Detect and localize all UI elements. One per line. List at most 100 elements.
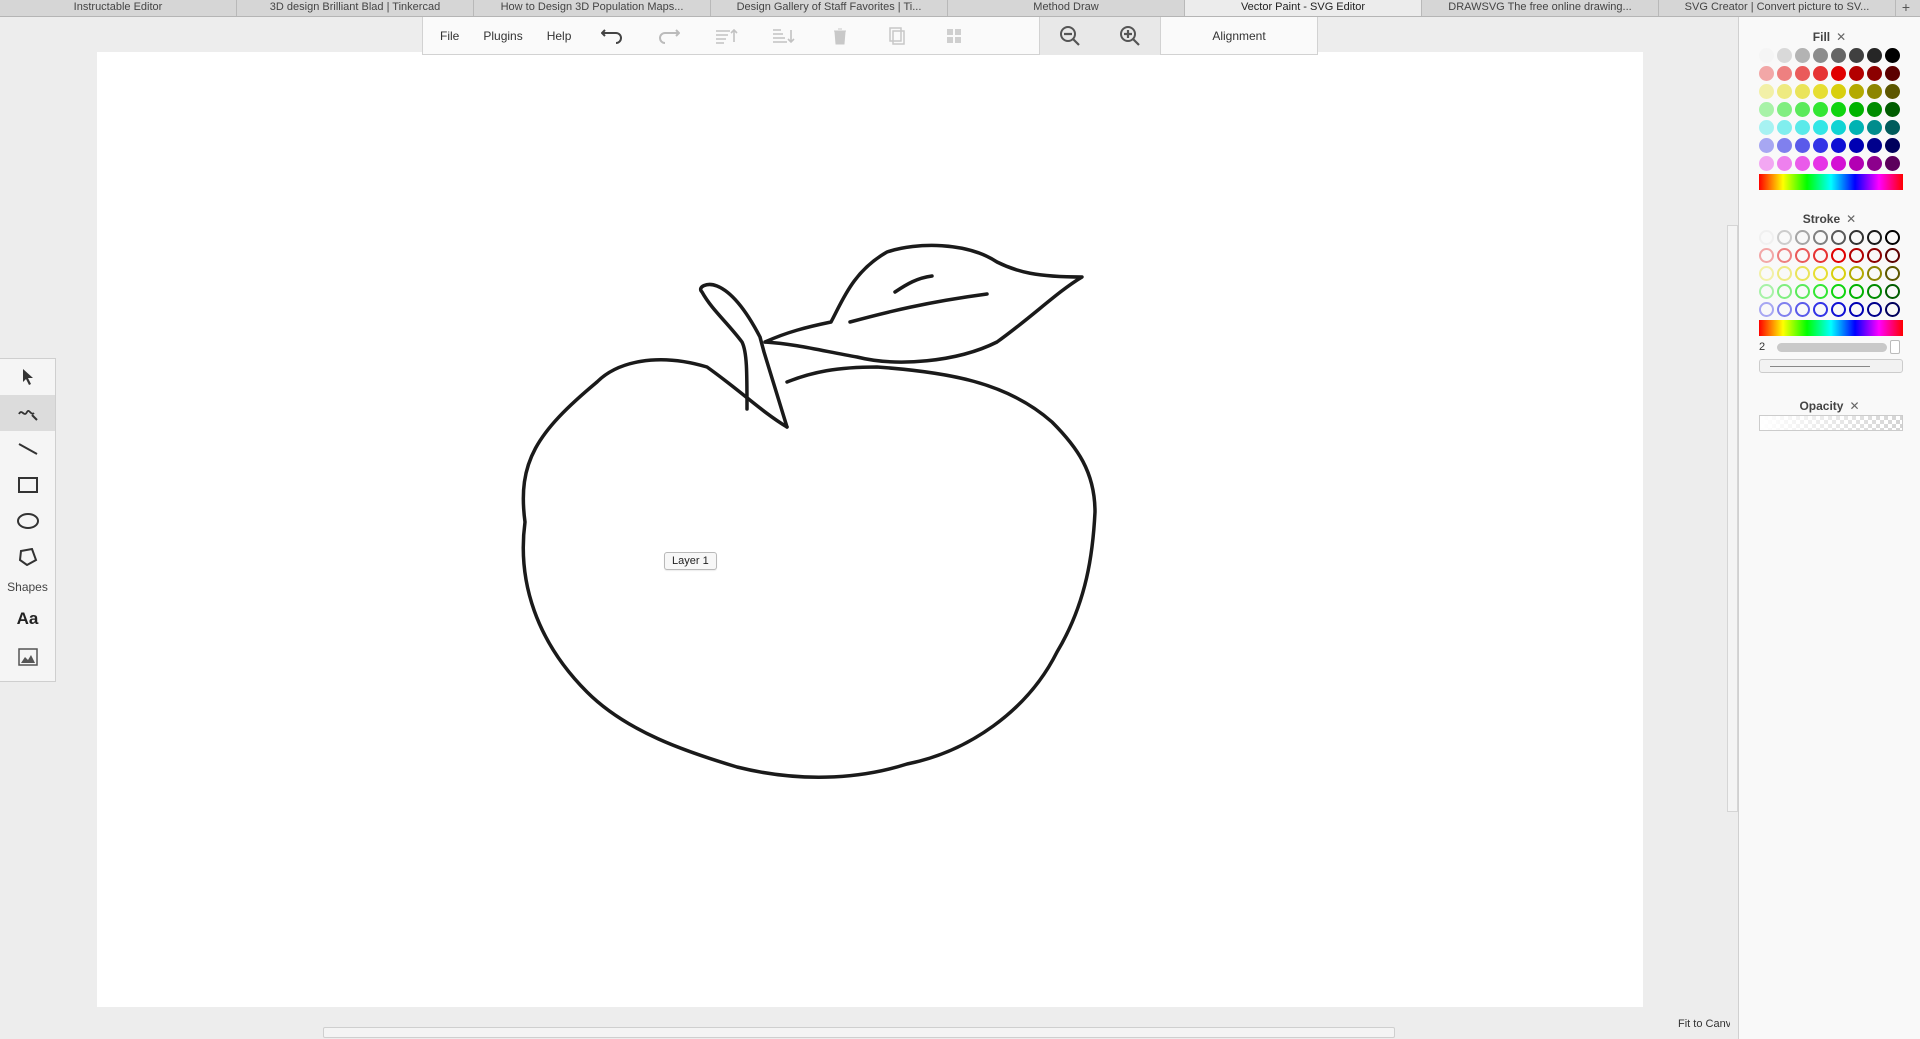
freehand-tool[interactable] bbox=[0, 395, 55, 431]
fill-color-swatch[interactable] bbox=[1777, 119, 1792, 135]
fill-color-swatch[interactable] bbox=[1795, 83, 1810, 99]
redo-button[interactable] bbox=[640, 17, 697, 55]
fill-color-swatch[interactable] bbox=[1885, 83, 1900, 99]
stroke-style-dropdown[interactable] bbox=[1759, 359, 1903, 373]
stroke-width-stepper[interactable] bbox=[1890, 340, 1901, 354]
fill-color-swatch[interactable] bbox=[1777, 47, 1792, 63]
fill-color-swatch[interactable] bbox=[1759, 119, 1774, 135]
layer-label[interactable]: Layer 1 bbox=[664, 552, 717, 570]
fill-color-swatch[interactable] bbox=[1777, 83, 1792, 99]
send-backward-button[interactable] bbox=[754, 17, 811, 55]
stroke-color-swatch[interactable] bbox=[1885, 229, 1900, 245]
stroke-color-swatch[interactable] bbox=[1831, 301, 1846, 317]
fit-to-canvas-button[interactable]: Fit to Canvas bbox=[1678, 1018, 1730, 1030]
stroke-color-swatch[interactable] bbox=[1795, 265, 1810, 281]
stroke-color-swatch[interactable] bbox=[1795, 229, 1810, 245]
fill-color-swatch[interactable] bbox=[1831, 119, 1846, 135]
stroke-color-swatch[interactable] bbox=[1849, 265, 1864, 281]
fill-color-swatch[interactable] bbox=[1867, 83, 1882, 99]
browser-tab[interactable]: Instructable Editor bbox=[0, 0, 237, 16]
stroke-color-swatch[interactable] bbox=[1813, 283, 1828, 299]
fill-color-swatch[interactable] bbox=[1759, 101, 1774, 117]
fill-color-swatch[interactable] bbox=[1777, 101, 1792, 117]
horizontal-scrollbar[interactable] bbox=[323, 1027, 1395, 1038]
fill-color-swatch[interactable] bbox=[1867, 155, 1882, 171]
browser-tab[interactable]: 3D design Brilliant Blad | Tinkercad bbox=[237, 0, 474, 16]
apple-drawing[interactable] bbox=[97, 52, 1643, 1007]
fill-color-swatch[interactable] bbox=[1759, 65, 1774, 81]
polygon-tool[interactable] bbox=[0, 539, 55, 575]
stroke-color-swatch[interactable] bbox=[1813, 301, 1828, 317]
opacity-close-icon[interactable]: ✕ bbox=[1849, 399, 1859, 413]
fill-color-swatch[interactable] bbox=[1885, 155, 1900, 171]
fill-color-swatch[interactable] bbox=[1885, 119, 1900, 135]
stroke-color-swatch[interactable] bbox=[1759, 283, 1774, 299]
stroke-color-swatch[interactable] bbox=[1867, 301, 1882, 317]
fill-color-swatch[interactable] bbox=[1813, 65, 1828, 81]
stroke-color-swatch[interactable] bbox=[1759, 265, 1774, 281]
fill-color-swatch[interactable] bbox=[1795, 119, 1810, 135]
fill-color-swatch[interactable] bbox=[1867, 47, 1882, 63]
shapes-tool[interactable]: Shapes bbox=[0, 575, 55, 599]
browser-tab[interactable]: DRAWSVG The free online drawing... bbox=[1422, 0, 1659, 16]
vertical-scrollbar[interactable] bbox=[1727, 225, 1738, 812]
new-tab-button[interactable]: + bbox=[1896, 0, 1916, 16]
fill-color-swatch[interactable] bbox=[1813, 155, 1828, 171]
fill-color-spectrum[interactable] bbox=[1759, 174, 1903, 190]
fill-color-swatch[interactable] bbox=[1795, 101, 1810, 117]
clone-button[interactable] bbox=[868, 17, 925, 55]
rectangle-tool[interactable] bbox=[0, 467, 55, 503]
fill-color-swatch[interactable] bbox=[1849, 155, 1864, 171]
fill-color-swatch[interactable] bbox=[1759, 47, 1774, 63]
fill-color-swatch[interactable] bbox=[1849, 119, 1864, 135]
menu-help[interactable]: Help bbox=[535, 17, 584, 55]
stroke-color-swatch[interactable] bbox=[1777, 247, 1792, 263]
menu-plugins[interactable]: Plugins bbox=[471, 17, 534, 55]
fill-color-swatch[interactable] bbox=[1795, 65, 1810, 81]
stroke-color-swatch[interactable] bbox=[1885, 283, 1900, 299]
stroke-color-swatch[interactable] bbox=[1795, 283, 1810, 299]
stroke-color-swatch[interactable] bbox=[1759, 301, 1774, 317]
undo-button[interactable] bbox=[583, 17, 640, 55]
stroke-color-swatch[interactable] bbox=[1831, 229, 1846, 245]
group-button[interactable] bbox=[925, 17, 982, 55]
stroke-color-swatch[interactable] bbox=[1795, 301, 1810, 317]
stroke-color-swatch[interactable] bbox=[1849, 229, 1864, 245]
browser-tab[interactable]: Design Gallery of Staff Favorites | Ti..… bbox=[711, 0, 948, 16]
fill-color-swatch[interactable] bbox=[1831, 101, 1846, 117]
fill-color-swatch[interactable] bbox=[1849, 47, 1864, 63]
browser-tab[interactable]: How to Design 3D Population Maps... bbox=[474, 0, 711, 16]
stroke-color-swatch[interactable] bbox=[1777, 283, 1792, 299]
fill-color-swatch[interactable] bbox=[1885, 65, 1900, 81]
fill-color-swatch[interactable] bbox=[1849, 65, 1864, 81]
fill-color-swatch[interactable] bbox=[1813, 101, 1828, 117]
fill-close-icon[interactable]: ✕ bbox=[1836, 30, 1846, 44]
fill-color-swatch[interactable] bbox=[1849, 83, 1864, 99]
fill-color-swatch[interactable] bbox=[1867, 101, 1882, 117]
menu-file[interactable]: File bbox=[428, 17, 471, 55]
stroke-color-swatch[interactable] bbox=[1867, 229, 1882, 245]
bring-forward-button[interactable] bbox=[697, 17, 754, 55]
stroke-color-swatch[interactable] bbox=[1795, 247, 1810, 263]
fill-color-swatch[interactable] bbox=[1813, 83, 1828, 99]
fill-color-swatch[interactable] bbox=[1849, 101, 1864, 117]
fill-color-swatch[interactable] bbox=[1849, 137, 1864, 153]
stroke-color-spectrum[interactable] bbox=[1759, 320, 1903, 336]
select-tool[interactable] bbox=[0, 359, 55, 395]
fill-color-swatch[interactable] bbox=[1795, 137, 1810, 153]
ellipse-tool[interactable] bbox=[0, 503, 55, 539]
fill-color-swatch[interactable] bbox=[1867, 65, 1882, 81]
fill-color-swatch[interactable] bbox=[1759, 83, 1774, 99]
text-tool[interactable]: Aa bbox=[0, 599, 55, 639]
stroke-color-swatch[interactable] bbox=[1849, 247, 1864, 263]
stroke-color-swatch[interactable] bbox=[1885, 301, 1900, 317]
stroke-color-swatch[interactable] bbox=[1867, 283, 1882, 299]
stroke-color-swatch[interactable] bbox=[1831, 283, 1846, 299]
browser-tab[interactable]: Method Draw bbox=[948, 0, 1185, 16]
fill-color-swatch[interactable] bbox=[1831, 65, 1846, 81]
fill-color-swatch[interactable] bbox=[1831, 47, 1846, 63]
browser-tab[interactable]: Vector Paint - SVG Editor bbox=[1185, 0, 1422, 16]
stroke-color-swatch[interactable] bbox=[1831, 247, 1846, 263]
fill-color-swatch[interactable] bbox=[1831, 83, 1846, 99]
delete-button[interactable] bbox=[811, 17, 868, 55]
